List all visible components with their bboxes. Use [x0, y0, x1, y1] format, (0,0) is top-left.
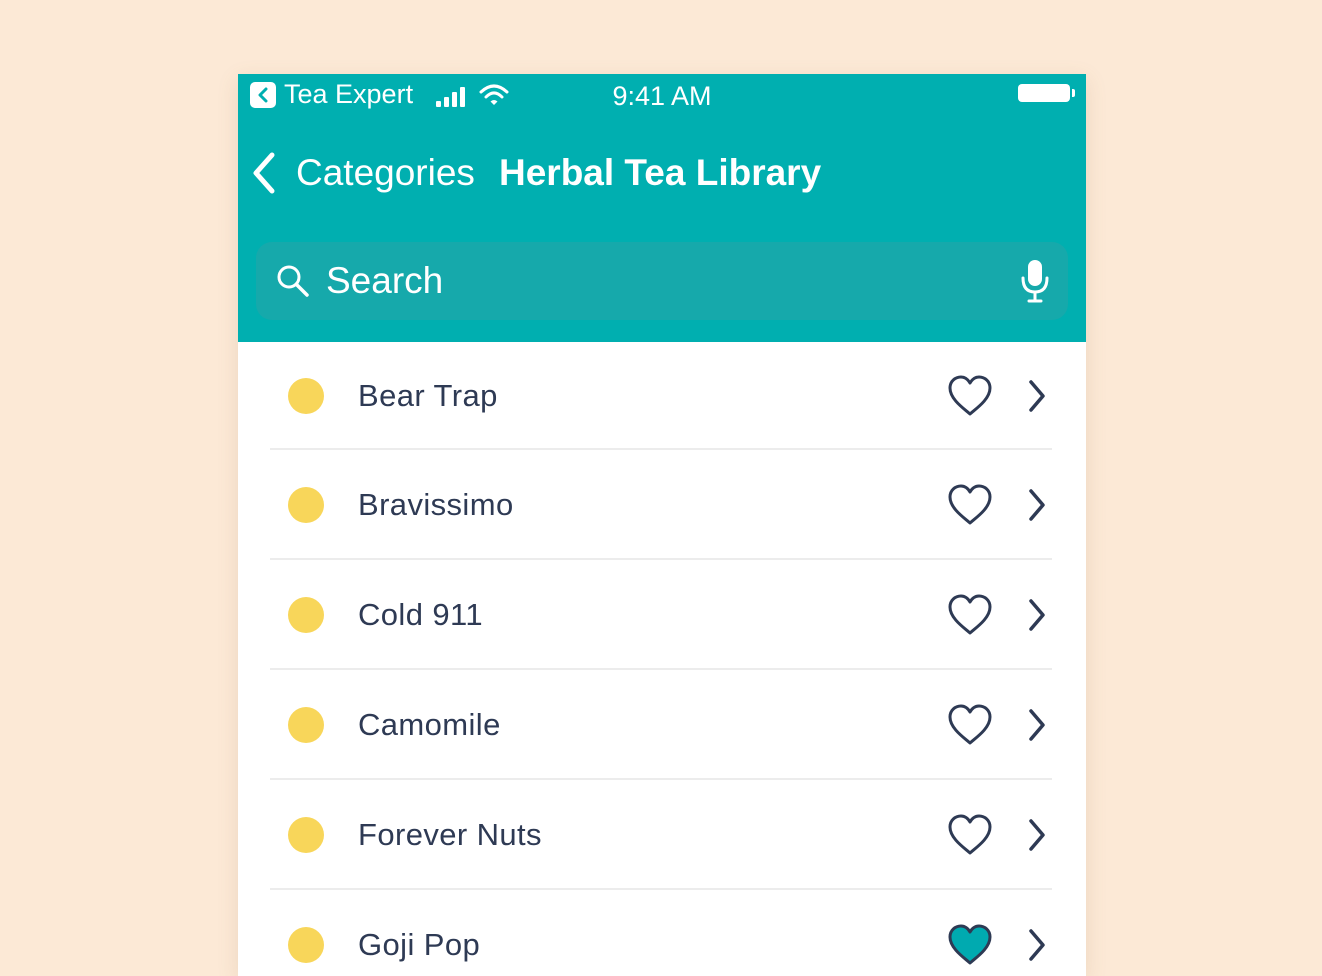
battery-icon	[1018, 84, 1070, 102]
tea-list: Bear Trap Bravissimo Cold 911 Camomile Forev…	[238, 342, 1086, 976]
favorite-heart-icon[interactable]	[946, 374, 994, 418]
status-time: 9:41 AM	[612, 81, 712, 111]
chevron-right-icon[interactable]	[1026, 927, 1048, 963]
tea-name: Camomile	[358, 707, 501, 742]
chevron-right-icon[interactable]	[1026, 378, 1048, 414]
chevron-right-icon[interactable]	[1026, 597, 1048, 633]
search-input[interactable]	[326, 254, 986, 308]
back-button-label: Categories	[296, 152, 475, 193]
favorite-heart-icon[interactable]	[946, 483, 994, 527]
favorite-heart-icon[interactable]	[946, 703, 994, 747]
category-dot-icon	[288, 707, 324, 743]
list-item[interactable]: Camomile	[238, 670, 1086, 780]
favorite-heart-filled-icon[interactable]	[946, 923, 994, 967]
chevron-right-icon[interactable]	[1026, 487, 1048, 523]
battery-tip	[1072, 89, 1075, 97]
search-bar[interactable]	[256, 242, 1068, 320]
favorite-heart-icon[interactable]	[946, 813, 994, 857]
page-title: Herbal Tea Library	[499, 152, 822, 193]
search-icon	[277, 265, 309, 297]
chevron-right-icon[interactable]	[1026, 707, 1048, 743]
category-dot-icon	[288, 597, 324, 633]
navigation-bar: Categories Herbal Tea Library	[238, 140, 1086, 206]
list-item[interactable]: Forever Nuts	[238, 780, 1086, 890]
category-dot-icon	[288, 927, 324, 963]
list-item[interactable]: Cold 911	[238, 560, 1086, 670]
chevron-left-icon	[253, 152, 275, 194]
tea-name: Goji Pop	[358, 927, 481, 962]
favorite-heart-icon[interactable]	[946, 593, 994, 637]
list-item[interactable]: Bear Trap	[238, 342, 1086, 450]
status-bar: Tea Expert 9:41 AM	[238, 74, 1086, 118]
tea-name: Forever Nuts	[358, 817, 542, 852]
tea-name: Bravissimo	[358, 487, 514, 522]
tea-name: Cold 911	[358, 597, 483, 632]
category-dot-icon	[288, 817, 324, 853]
category-dot-icon	[288, 378, 324, 414]
phone-screen: Tea Expert 9:41 AM Categories Herbal Tea…	[238, 74, 1086, 976]
chevron-right-icon[interactable]	[1026, 817, 1048, 853]
list-item[interactable]: Goji Pop	[238, 890, 1086, 976]
back-button[interactable]: Categories	[250, 148, 475, 198]
list-item[interactable]: Bravissimo	[238, 450, 1086, 560]
microphone-icon[interactable]	[1020, 258, 1050, 304]
tea-name: Bear Trap	[358, 378, 498, 413]
category-dot-icon	[288, 487, 324, 523]
header: Tea Expert 9:41 AM Categories Herbal Tea…	[238, 74, 1086, 342]
